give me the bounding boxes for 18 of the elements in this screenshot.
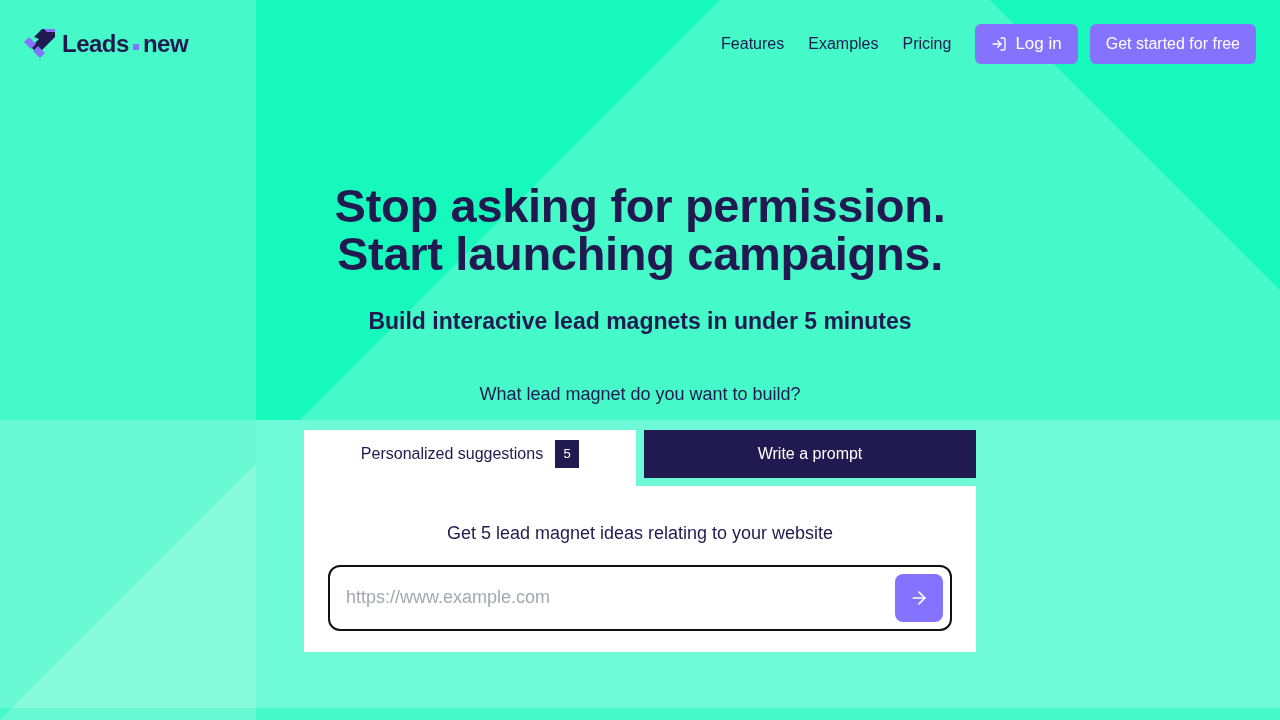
- builder-prompt: Get 5 lead magnet ideas relating to your website: [446, 521, 834, 545]
- url-input-field[interactable]: https://www.example.com: [328, 564, 952, 631]
- builder-question: What lead magnet do you want to build?: [479, 382, 801, 406]
- login-button[interactable]: Log in: [975, 24, 1078, 64]
- tab[interactable]: Write a prompt: [644, 429, 976, 478]
- nav-link[interactable]: Features: [721, 32, 785, 56]
- get-started-button[interactable]: Get started for free: [1089, 24, 1256, 64]
- logo-text: new: [142, 29, 189, 59]
- hero-title: Stop asking for permission. Start launching campaigns.: [334, 182, 946, 278]
- tab[interactable]: Personalized suggestions 5: [304, 429, 636, 486]
- login-icon: [991, 36, 1008, 52]
- nav-link[interactable]: Pricing: [902, 32, 952, 56]
- logo-text: Leads: [62, 29, 129, 59]
- count-badge: 5: [555, 439, 580, 468]
- submit-button[interactable]: [895, 573, 943, 622]
- hero-subtitle: Build interactive lead magnets in under 5 minutes: [368, 307, 912, 336]
- logo-icon: [24, 28, 56, 60]
- nav-link[interactable]: Examples: [808, 32, 879, 56]
